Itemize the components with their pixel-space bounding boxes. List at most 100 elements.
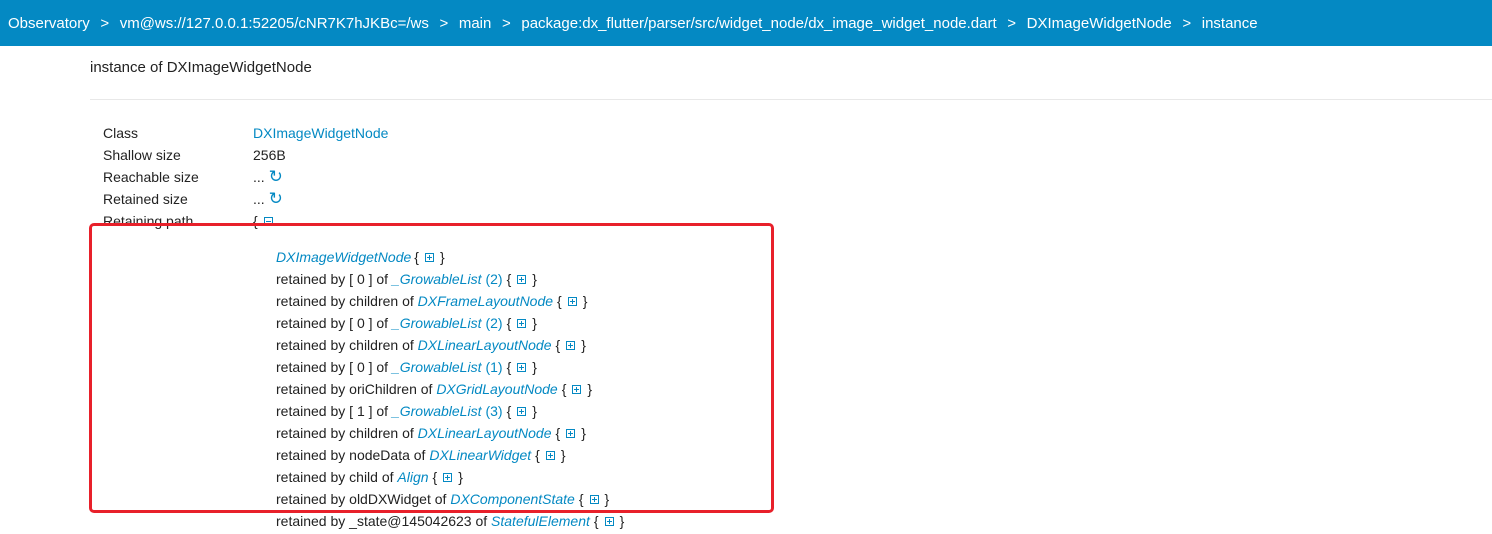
path-entry-prefix: retained by [ 0 ] of <box>276 315 392 331</box>
retaining-path-entry: retained by children of DXLinearLayoutNo… <box>170 336 624 358</box>
reachable-size-label: Reachable size <box>103 169 199 185</box>
shallow-size-value: 256B <box>253 147 286 163</box>
path-entry-count: (2) <box>485 315 503 331</box>
expand-icon[interactable] <box>517 362 527 372</box>
divider <box>90 99 1492 100</box>
path-entry-count: (3) <box>485 403 503 419</box>
expand-icon[interactable] <box>566 340 576 350</box>
retaining-path-open-brace: { <box>253 213 258 229</box>
path-entry-prefix: retained by children of <box>276 293 418 309</box>
open-brace: { <box>555 425 561 441</box>
open-brace: { <box>578 491 584 507</box>
path-class-link[interactable]: StatefulElement <box>491 513 590 529</box>
open-brace: { <box>506 271 512 287</box>
expand-icon[interactable] <box>517 274 527 284</box>
retaining-path-label: Retaining path <box>103 213 194 229</box>
collapse-icon[interactable] <box>263 216 273 226</box>
breadcrumb-separator: > <box>1182 14 1192 32</box>
path-class-link[interactable]: DXGridLayoutNode <box>436 381 557 397</box>
retaining-path-entry: retained by children of DXFrameLayoutNod… <box>170 292 624 314</box>
path-class-link[interactable]: DXImageWidgetNode <box>276 249 411 265</box>
close-brace: } <box>458 469 463 485</box>
retaining-path-entry: retained by [ 1 ] of _GrowableList (3){} <box>170 402 624 424</box>
expand-icon[interactable] <box>443 472 453 482</box>
breadcrumb-instance[interactable]: instance <box>1202 15 1258 32</box>
breadcrumb-separator: > <box>1007 14 1017 32</box>
open-brace: { <box>506 403 512 419</box>
breadcrumb-separator: > <box>439 14 449 32</box>
expand-icon[interactable] <box>604 516 614 526</box>
path-entry-prefix: retained by [ 1 ] of <box>276 403 392 419</box>
expand-icon[interactable] <box>517 318 527 328</box>
breadcrumb-separator: > <box>100 14 110 32</box>
retaining-path-entry: retained by [ 0 ] of _GrowableList (2){} <box>170 270 624 292</box>
expand-icon[interactable] <box>572 384 582 394</box>
path-entry-prefix: retained by nodeData of <box>276 447 430 463</box>
open-brace: { <box>555 337 561 353</box>
expand-icon[interactable] <box>566 428 576 438</box>
breadcrumb-class[interactable]: DXImageWidgetNode <box>1027 15 1172 32</box>
path-entry-prefix: retained by children of <box>276 337 418 353</box>
breadcrumb-isolate[interactable]: main <box>459 15 492 32</box>
close-brace: } <box>532 315 537 331</box>
path-class-link[interactable]: DXLinearLayoutNode <box>418 337 552 353</box>
path-class-link[interactable]: _GrowableList <box>392 315 482 331</box>
retaining-path-entry: retained by nodeData of DXLinearWidget{} <box>170 446 624 468</box>
path-entry-prefix: retained by [ 0 ] of <box>276 271 392 287</box>
close-brace: } <box>532 359 537 375</box>
path-entry-prefix: retained by oriChildren of <box>276 381 437 397</box>
class-link[interactable]: DXImageWidgetNode <box>253 125 388 141</box>
close-brace: } <box>587 381 593 397</box>
close-brace: } <box>560 447 566 463</box>
path-class-link[interactable]: DXFrameLayoutNode <box>418 293 553 309</box>
breadcrumb-vm[interactable]: vm@ws://127.0.0.1:52205/cNR7K7hJKBc=/ws <box>120 15 429 32</box>
path-entry-count: (2) <box>485 271 503 287</box>
breadcrumb-separator: > <box>501 14 511 32</box>
path-class-link[interactable]: DXLinearLayoutNode <box>418 425 552 441</box>
path-entry-prefix: retained by _state@145042623 of <box>276 513 492 529</box>
open-brace: { <box>535 447 540 463</box>
open-brace: { <box>557 293 562 309</box>
path-entry-prefix: retained by oldDXWidget of <box>276 491 451 507</box>
path-entry-prefix: retained by child of <box>276 469 398 485</box>
breadcrumb: Observatory > vm@ws://127.0.0.1:52205/cN… <box>0 0 1492 46</box>
retaining-path-entry: retained by [ 0 ] of _GrowableList (1){} <box>170 358 624 380</box>
expand-icon[interactable] <box>517 406 527 416</box>
breadcrumb-observatory[interactable]: Observatory <box>0 15 90 32</box>
page-title: instance of DXImageWidgetNode <box>90 59 312 76</box>
close-brace: } <box>581 425 586 441</box>
shallow-size-label: Shallow size <box>103 147 181 163</box>
retaining-path-entry: retained by oriChildren of DXGridLayoutN… <box>170 380 624 402</box>
path-class-link[interactable]: DXLinearWidget <box>429 447 531 463</box>
expand-icon[interactable] <box>424 252 434 262</box>
close-brace: } <box>581 337 586 353</box>
open-brace: { <box>414 249 419 265</box>
path-class-link[interactable]: Align <box>397 469 428 485</box>
path-class-link[interactable]: DXComponentState <box>450 491 575 507</box>
expand-icon[interactable] <box>589 494 599 504</box>
retaining-path-list: DXImageWidgetNode{} retained by [ 0 ] of … <box>170 248 624 534</box>
close-brace: } <box>619 513 625 529</box>
path-class-link[interactable]: _GrowableList <box>392 359 482 375</box>
open-brace: { <box>432 469 438 485</box>
retained-size-label: Retained size <box>103 191 188 207</box>
open-brace: { <box>506 315 512 331</box>
refresh-icon[interactable]: ↻ <box>269 190 283 207</box>
retaining-path-root: DXImageWidgetNode{} <box>170 248 624 270</box>
path-class-link[interactable]: _GrowableList <box>392 403 482 419</box>
open-brace: { <box>593 513 599 529</box>
close-brace: } <box>582 293 588 309</box>
path-entry-count: (1) <box>485 359 503 375</box>
refresh-icon[interactable]: ↻ <box>269 168 283 185</box>
close-brace: } <box>604 491 610 507</box>
breadcrumb-library[interactable]: package:dx_flutter/parser/src/widget_nod… <box>521 15 996 32</box>
expand-icon[interactable] <box>545 450 555 460</box>
close-brace: } <box>532 271 537 287</box>
retaining-path-entry: retained by [ 0 ] of _GrowableList (2){} <box>170 314 624 336</box>
expand-icon[interactable] <box>567 296 577 306</box>
close-brace: } <box>532 403 537 419</box>
retaining-path-entry: retained by _state@145042623 of Stateful… <box>170 512 624 534</box>
path-class-link[interactable]: _GrowableList <box>392 271 482 287</box>
retained-size-value: ... <box>253 191 265 207</box>
path-entry-prefix: retained by [ 0 ] of <box>276 359 392 375</box>
